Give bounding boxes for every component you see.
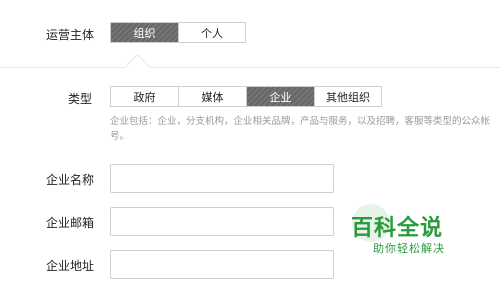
operator-selector: 组织 个人 (110, 22, 246, 43)
watermark-title: 百科全说 (351, 216, 444, 241)
company-email-label: 企业邮箱 (46, 216, 95, 230)
type-option-enterprise[interactable]: 企业 (247, 87, 315, 106)
company-email-input[interactable] (110, 207, 334, 236)
type-label: 类型 (68, 92, 93, 106)
type-description: 企业包括：企业，分支机构，企业相关品牌，产品与服务，以及招聘，客服等类型的公众帐… (110, 116, 491, 142)
company-name-label: 企业名称 (46, 173, 95, 187)
type-selector: 政府 媒体 企业 其他组织 (110, 86, 382, 107)
company-address-input[interactable] (110, 250, 334, 279)
type-option-other-organization[interactable]: 其他组织 (315, 87, 381, 106)
operator-label: 运营主体 (46, 28, 95, 42)
type-option-government[interactable]: 政府 (111, 87, 179, 106)
company-name-input[interactable] (110, 164, 334, 193)
watermark-subtitle: 助你轻松解决 (373, 242, 445, 255)
operator-option-organization[interactable]: 组织 (111, 23, 179, 42)
type-option-media[interactable]: 媒体 (179, 87, 247, 106)
section-divider (0, 67, 500, 68)
divider-pointer (124, 54, 151, 81)
operator-option-individual[interactable]: 个人 (179, 23, 245, 42)
company-address-label: 企业地址 (46, 259, 95, 273)
